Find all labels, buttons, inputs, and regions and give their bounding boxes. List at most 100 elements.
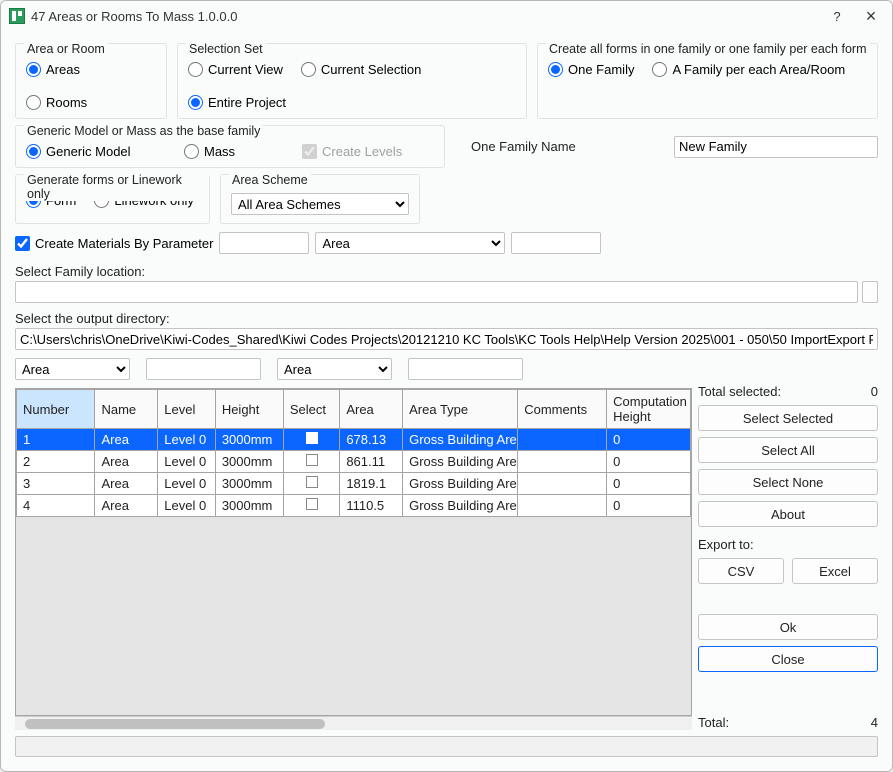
help-button[interactable]: ? <box>820 2 854 30</box>
titlebar: 47 Areas or Rooms To Mass 1.0.0.0 ? × <box>1 1 892 31</box>
checkbox-create-levels: Create Levels <box>302 144 402 159</box>
progress-bar <box>15 736 878 757</box>
table-cell: 4 <box>17 495 95 517</box>
radio-one-family-label: One Family <box>568 62 634 77</box>
table-cell: 1 <box>17 429 95 451</box>
table-cell <box>283 495 340 517</box>
input-material-2[interactable] <box>511 232 601 254</box>
value-total: 4 <box>871 715 878 730</box>
input-output-directory[interactable] <box>15 328 878 350</box>
radio-current-selection-label: Current Selection <box>321 62 421 77</box>
select-material-param[interactable]: Area <box>315 232 505 254</box>
table-row[interactable]: 4AreaLevel 03000mm1110.5Gross Building A… <box>17 495 691 517</box>
column-header[interactable]: Level <box>158 390 216 429</box>
column-header[interactable]: Number <box>17 390 95 429</box>
select-all-button[interactable]: Select All <box>698 437 878 463</box>
label-output-directory: Select the output directory: <box>15 311 878 326</box>
table-row[interactable]: 2AreaLevel 03000mm861.11Gross Building A… <box>17 451 691 473</box>
radio-generic-model[interactable]: Generic Model <box>26 144 166 159</box>
row-checkbox[interactable] <box>306 498 318 510</box>
table-cell: 0 <box>607 495 691 517</box>
group-label-create-all: Create all forms in one family or one fa… <box>546 42 870 56</box>
group-forms-or-linework: Generate forms or Linework only Form Lin… <box>15 174 210 224</box>
content: Area or Room Areas Rooms Selection Set C… <box>1 31 892 771</box>
label-total: Total: <box>698 715 729 730</box>
table-cell: Level 0 <box>158 495 216 517</box>
radio-areas[interactable]: Areas <box>26 62 80 77</box>
group-create-all: Create all forms in one family or one fa… <box>537 43 878 119</box>
radio-entire-project[interactable]: Entire Project <box>188 95 286 110</box>
table-cell: 1110.5 <box>340 495 403 517</box>
table-cell <box>283 451 340 473</box>
select-area-scheme[interactable]: All Area Schemes <box>231 193 409 215</box>
window-close-button[interactable]: × <box>854 2 888 30</box>
table-cell: 2 <box>17 451 95 473</box>
radio-entire-project-label: Entire Project <box>208 95 286 110</box>
data-table[interactable]: NumberNameLevelHeightSelectAreaArea Type… <box>15 388 692 716</box>
radio-per-each[interactable]: A Family per each Area/Room <box>652 62 845 77</box>
table-cell: 861.11 <box>340 451 403 473</box>
about-button[interactable]: About <box>698 501 878 527</box>
table-cell: Level 0 <box>158 429 216 451</box>
radio-one-family[interactable]: One Family <box>548 62 634 77</box>
group-selection-set: Selection Set Current View Current Selec… <box>177 43 527 119</box>
table-cell <box>518 451 607 473</box>
radio-current-selection[interactable]: Current Selection <box>301 62 421 77</box>
checkbox-create-materials[interactable]: Create Materials By Parameter <box>15 236 213 251</box>
column-header[interactable]: Area <box>340 390 403 429</box>
ok-button[interactable]: Ok <box>698 614 878 640</box>
input-family-location[interactable] <box>15 281 858 303</box>
radio-areas-label: Areas <box>46 62 80 77</box>
group-area-scheme: Area Scheme All Area Schemes <box>220 174 420 224</box>
group-label-area-scheme: Area Scheme <box>229 173 311 187</box>
input-filter-2[interactable] <box>408 358 523 380</box>
select-filter-2[interactable]: Area <box>277 358 392 380</box>
select-filter-1[interactable]: Area <box>15 358 130 380</box>
table-cell: 3000mm <box>215 473 283 495</box>
radio-current-view[interactable]: Current View <box>188 62 283 77</box>
table-horizontal-scrollbar[interactable] <box>15 716 692 730</box>
table-cell <box>518 429 607 451</box>
export-csv-button[interactable]: CSV <box>698 558 784 584</box>
table-cell: 3000mm <box>215 451 283 473</box>
label-family-location: Select Family location: <box>15 264 878 279</box>
app-window: 47 Areas or Rooms To Mass 1.0.0.0 ? × Ar… <box>0 0 893 772</box>
window-title: 47 Areas or Rooms To Mass 1.0.0.0 <box>31 9 820 24</box>
label-export-to: Export to: <box>698 537 878 552</box>
radio-rooms-label: Rooms <box>46 95 87 110</box>
export-excel-button[interactable]: Excel <box>792 558 878 584</box>
select-none-button[interactable]: Select None <box>698 469 878 495</box>
side-panel: Total selected: 0 Select Selected Select… <box>692 384 878 730</box>
select-selected-button[interactable]: Select Selected <box>698 405 878 431</box>
table-cell <box>518 473 607 495</box>
column-header[interactable]: Select <box>283 390 340 429</box>
radio-mass[interactable]: Mass <box>184 144 284 159</box>
close-button[interactable]: Close <box>698 646 878 672</box>
table-cell: Level 0 <box>158 451 216 473</box>
table-cell: Area <box>95 429 158 451</box>
group-area-or-room: Area or Room Areas Rooms <box>15 43 167 119</box>
row-checkbox[interactable] <box>306 432 318 444</box>
browse-family-location-button[interactable] <box>862 281 878 303</box>
table-row[interactable]: 3AreaLevel 03000mm1819.1Gross Building A… <box>17 473 691 495</box>
input-filter-1[interactable] <box>146 358 261 380</box>
row-checkbox[interactable] <box>306 476 318 488</box>
group-base-family: Generic Model or Mass as the base family… <box>15 125 445 168</box>
input-one-family-name[interactable] <box>674 136 878 158</box>
column-header[interactable]: Comments <box>518 390 607 429</box>
radio-generic-model-label: Generic Model <box>46 144 131 159</box>
column-header[interactable]: Name <box>95 390 158 429</box>
column-header[interactable]: Area Type <box>403 390 518 429</box>
table-cell: 0 <box>607 451 691 473</box>
column-header[interactable]: Computation Height <box>607 390 691 429</box>
radio-rooms[interactable]: Rooms <box>26 95 87 110</box>
column-header[interactable]: Height <box>215 390 283 429</box>
row-checkbox[interactable] <box>306 454 318 466</box>
input-material-1[interactable] <box>219 232 309 254</box>
table-cell: 0 <box>607 429 691 451</box>
table-row[interactable]: 1AreaLevel 03000mm678.13Gross Building A… <box>17 429 691 451</box>
group-label-area-or-room: Area or Room <box>24 42 108 56</box>
label-total-selected: Total selected: <box>698 384 781 399</box>
radio-per-each-label: A Family per each Area/Room <box>672 62 845 77</box>
table-cell: 3000mm <box>215 495 283 517</box>
